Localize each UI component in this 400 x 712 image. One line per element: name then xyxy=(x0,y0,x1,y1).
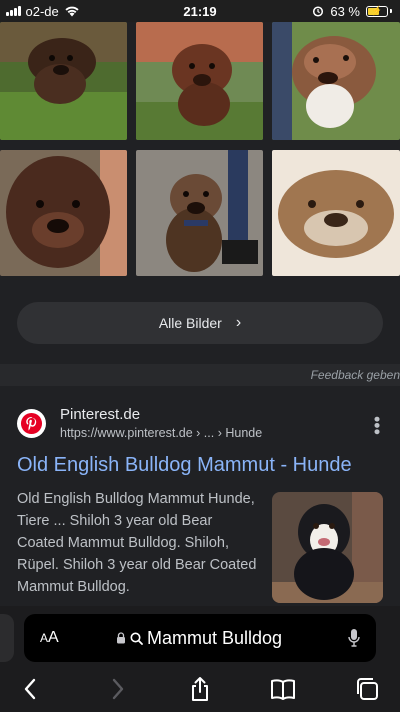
result-site-name: Pinterest.de xyxy=(60,406,141,423)
alarm-icon xyxy=(313,6,324,17)
result-url: https://www.pinterest.de › ... › Hunde xyxy=(60,426,263,440)
search-result-card: Pinterest.de https://www.pinterest.de › … xyxy=(0,388,400,618)
image-result[interactable] xyxy=(0,22,127,140)
image-result[interactable] xyxy=(136,150,263,276)
image-result[interactable] xyxy=(0,150,127,276)
carrier-label: o2-de xyxy=(25,3,59,19)
browser-bottom-bar: AA Mammut Bulldog xyxy=(0,606,400,712)
image-results-grid xyxy=(0,22,400,278)
wifi-icon xyxy=(65,6,79,17)
feedback-link[interactable]: Feedback geben xyxy=(311,368,400,382)
lock-icon xyxy=(117,632,125,644)
battery-charging-icon: ⚡ xyxy=(366,5,388,17)
feedback-row: Feedback geben xyxy=(0,364,400,386)
share-icon[interactable] xyxy=(187,676,213,702)
image-result[interactable] xyxy=(272,22,400,140)
all-images-label: Alle Bilder xyxy=(158,315,222,331)
more-vertical-icon[interactable]: ••• xyxy=(367,416,387,435)
image-result[interactable] xyxy=(272,150,400,276)
all-images-button[interactable]: Alle Bilder › xyxy=(17,302,383,344)
previous-tab-edge[interactable] xyxy=(0,614,14,662)
microphone-icon[interactable] xyxy=(348,628,360,648)
image-result[interactable] xyxy=(136,22,263,140)
back-icon[interactable] xyxy=(18,676,44,702)
browser-toolbar xyxy=(0,670,400,712)
pinterest-icon xyxy=(17,408,46,438)
result-title-link[interactable]: Old English Bulldog Mammut - Hunde xyxy=(17,454,352,477)
bookmarks-icon[interactable] xyxy=(270,676,296,702)
chevron-right-icon: › xyxy=(235,314,242,331)
reader-settings-button[interactable]: AA xyxy=(40,629,59,647)
address-bar[interactable]: AA Mammut Bulldog xyxy=(24,614,376,662)
battery-percent: 63 % xyxy=(330,3,360,19)
tabs-icon[interactable] xyxy=(354,676,380,702)
signal-icon xyxy=(6,6,21,16)
result-snippet: Old English Bulldog Mammut Hunde, Tiere … xyxy=(17,491,257,595)
address-query: Mammut Bulldog xyxy=(147,627,283,648)
clock: 21:19 xyxy=(183,3,217,19)
forward-icon[interactable] xyxy=(104,676,130,702)
status-bar: o2-de 21:19 63 % ⚡ xyxy=(0,0,400,22)
search-icon xyxy=(130,632,143,645)
result-thumbnail[interactable] xyxy=(272,492,383,603)
